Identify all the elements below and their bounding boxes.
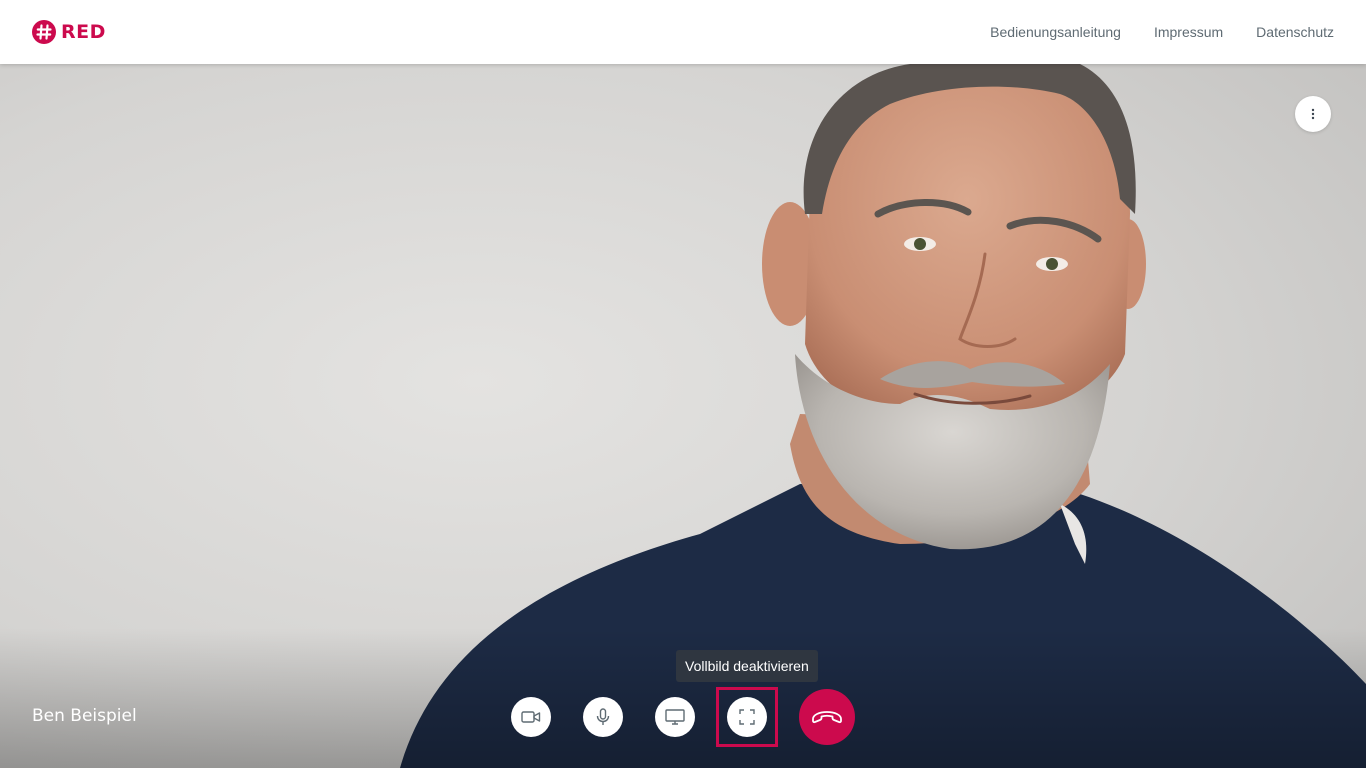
top-header: RED Bedienungsanleitung Impressum Datens… bbox=[0, 0, 1366, 64]
fullscreen-toggle-button[interactable] bbox=[727, 697, 767, 737]
nav-link-impressum[interactable]: Impressum bbox=[1154, 24, 1223, 40]
logo-text: RED bbox=[61, 21, 106, 43]
fullscreen-tooltip: Vollbild deaktivieren bbox=[676, 650, 818, 682]
camera-toggle-button[interactable] bbox=[511, 697, 551, 737]
red-logo[interactable]: RED bbox=[32, 19, 106, 45]
microphone-icon bbox=[596, 708, 610, 725]
header-nav: Bedienungsanleitung Impressum Datenschut… bbox=[990, 0, 1334, 64]
monitor-icon bbox=[665, 709, 685, 725]
microphone-toggle-button[interactable] bbox=[583, 697, 623, 737]
phone-hangup-icon bbox=[812, 711, 842, 724]
screen-share-button[interactable] bbox=[655, 697, 695, 737]
video-stage: Ben Beispiel Vollbild deaktivieren bbox=[0, 64, 1366, 768]
more-options-button[interactable] bbox=[1295, 96, 1331, 132]
hang-up-button[interactable] bbox=[799, 689, 855, 745]
call-controls bbox=[0, 687, 1366, 757]
hash-logo-icon bbox=[32, 20, 56, 44]
fullscreen-exit-icon bbox=[739, 709, 755, 725]
nav-link-datenschutz[interactable]: Datenschutz bbox=[1256, 24, 1334, 40]
vertical-dots-icon bbox=[1311, 108, 1315, 120]
video-camera-icon bbox=[521, 711, 541, 723]
nav-link-bedienungsanleitung[interactable]: Bedienungsanleitung bbox=[990, 24, 1121, 40]
